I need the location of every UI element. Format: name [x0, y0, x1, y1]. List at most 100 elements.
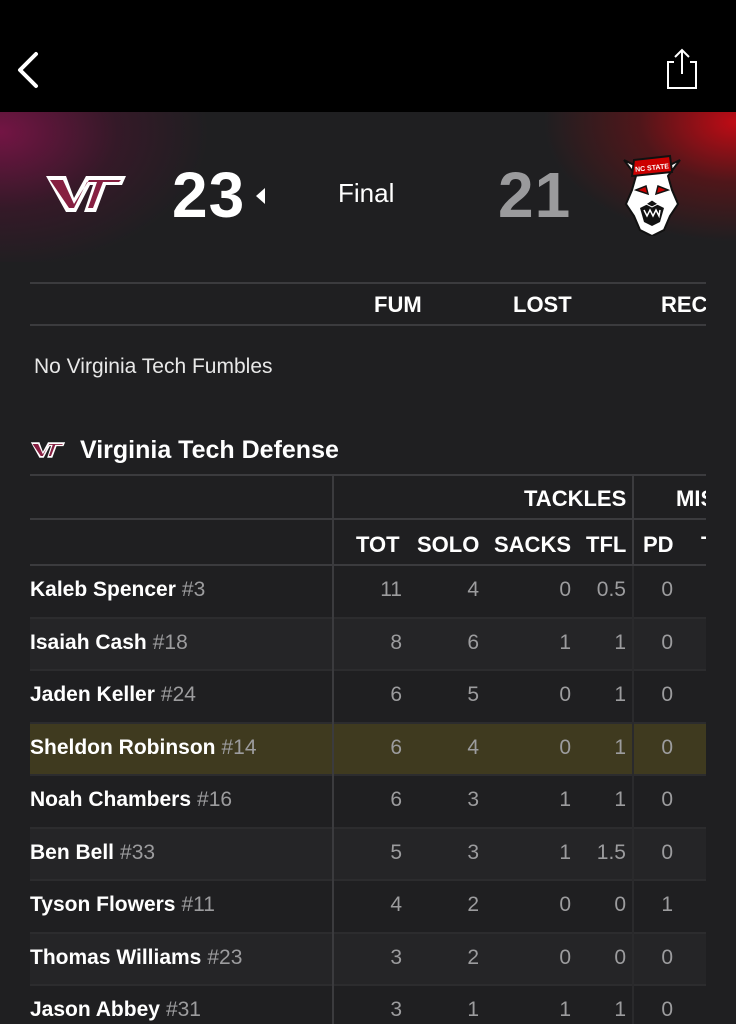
player-number: #16	[197, 788, 233, 811]
table-top-rule	[30, 474, 706, 476]
player-number: #33	[120, 840, 156, 864]
stat-sacks: 1	[559, 998, 571, 1021]
stat-tot: 6	[390, 683, 402, 706]
player-cell[interactable]: Sheldon Robinson #14	[30, 736, 257, 760]
player-number: #24	[160, 683, 196, 706]
stat-sacks: 1	[559, 788, 571, 811]
table-row[interactable]: Isaiah Cash #18 8 6 1 1 0	[30, 618, 706, 671]
player-number: #11	[181, 893, 215, 916]
stat-sacks: 0	[559, 945, 571, 969]
player-cell[interactable]: Jaden Keller #24	[30, 683, 196, 707]
col-header-tfl[interactable]: TFL	[586, 532, 626, 558]
player-number: #14	[221, 735, 257, 759]
virginia-tech-mini-logo: VT	[30, 442, 66, 458]
player-name[interactable]: Thomas Williams	[30, 946, 201, 969]
defense-title: Virginia Tech Defense	[80, 435, 339, 464]
stat-sacks: 0	[559, 683, 571, 706]
group-divider-header	[632, 474, 634, 566]
table-row[interactable]: Sheldon Robinson #14 6 4 0 1 0	[30, 723, 706, 776]
stat-tot: 6	[390, 788, 402, 811]
winner-indicator-icon	[256, 188, 265, 204]
share-icon	[667, 48, 697, 89]
stat-solo: 3	[467, 840, 479, 864]
stat-pd: 0	[661, 840, 673, 864]
stat-solo: 4	[467, 735, 479, 759]
table-row[interactable]: Noah Chambers #16 6 3 1 1 0	[30, 776, 706, 829]
stat-sacks: 1	[559, 630, 571, 654]
defense-stats-table[interactable]: TACKLES MIS TOT SOLO SACKS TFL PD T Kale…	[30, 474, 706, 1024]
table-row[interactable]: Thomas Williams #23 3 2 0 0 0	[30, 933, 706, 986]
stat-tfl: 0	[614, 945, 626, 969]
player-cell[interactable]: Jason Abbey #31	[30, 998, 201, 1022]
stat-tot: 6	[390, 735, 402, 759]
stat-pd: 0	[661, 683, 673, 706]
no-fumbles-message: No Virginia Tech Fumbles	[34, 355, 273, 378]
stat-tot: 3	[390, 945, 402, 969]
chevron-left-icon	[18, 52, 38, 88]
player-cell[interactable]: Tyson Flowers #11	[30, 893, 215, 917]
player-name[interactable]: Jaden Keller	[30, 683, 155, 706]
col-header-solo[interactable]: SOLO	[417, 532, 479, 558]
stat-tfl: 1	[614, 788, 626, 811]
name-column-divider	[332, 474, 334, 1024]
fumbles-header-rule	[30, 324, 706, 326]
virginia-tech-logo[interactable]: VT	[44, 172, 128, 216]
table-row[interactable]: Tyson Flowers #11 4 2 0 0 1	[30, 881, 706, 934]
table-row[interactable]: Jaden Keller #24 6 5 0 1 0	[30, 671, 706, 724]
col-header-sacks[interactable]: SACKS	[494, 532, 571, 558]
stat-pd: 0	[661, 735, 673, 759]
stat-pd: 0	[661, 945, 673, 969]
share-button[interactable]	[660, 44, 704, 94]
defense-section-title: VT Virginia Tech Defense	[30, 434, 339, 466]
player-number: #18	[152, 630, 188, 654]
col-header-pd[interactable]: PD	[643, 532, 674, 558]
stat-sacks: 0	[559, 893, 571, 916]
player-name[interactable]: Kaleb Spencer	[30, 578, 176, 601]
stat-solo: 2	[467, 893, 479, 916]
player-number: #23	[207, 945, 243, 969]
stat-pd: 0	[661, 788, 673, 811]
group-divider-body	[632, 566, 634, 1024]
col-header-lost: LOST	[513, 292, 572, 317]
table-row[interactable]: Kaleb Spencer #3 11 4 0 0.5 0	[30, 566, 706, 619]
player-name[interactable]: Tyson Flowers	[30, 893, 175, 916]
col-header-t[interactable]: T	[701, 532, 706, 558]
table-row[interactable]: Ben Bell #33 5 3 1 1.5 0	[30, 828, 706, 881]
player-cell[interactable]: Isaiah Cash #18	[30, 631, 188, 655]
stat-solo: 4	[467, 578, 479, 601]
player-cell[interactable]: Noah Chambers #16	[30, 788, 232, 812]
player-name[interactable]: Jason Abbey	[30, 998, 160, 1021]
stat-solo: 3	[467, 788, 479, 811]
stat-tot: 4	[390, 893, 402, 916]
table-row[interactable]: Jason Abbey #31 3 1 1 1 0	[30, 986, 706, 1024]
stat-pd: 0	[661, 630, 673, 654]
player-cell[interactable]: Thomas Williams #23	[30, 946, 242, 970]
col-header-fum: FUM	[374, 292, 422, 317]
group-header-rule	[30, 518, 706, 520]
group-header-misc: MIS	[676, 486, 706, 511]
stat-tfl: 0	[614, 893, 626, 916]
stat-pd: 0	[661, 578, 673, 601]
vt-logo-text: VT	[44, 172, 46, 173]
stat-sacks: 0	[559, 735, 571, 759]
stat-tfl: 1	[614, 735, 626, 759]
stat-pd: 0	[661, 998, 673, 1021]
player-number: #31	[165, 998, 201, 1021]
player-number: #3	[181, 578, 206, 601]
player-name[interactable]: Ben Bell	[30, 841, 114, 864]
col-header-tot[interactable]: TOT	[356, 532, 400, 558]
player-name[interactable]: Sheldon Robinson	[30, 736, 215, 759]
back-button[interactable]	[10, 48, 50, 92]
nc-state-wolf-logo[interactable]: NC STATE	[618, 150, 686, 236]
stat-tot: 8	[390, 630, 402, 654]
player-name[interactable]: Noah Chambers	[30, 788, 191, 811]
player-cell[interactable]: Kaleb Spencer #3	[30, 578, 205, 602]
top-nav-bar	[0, 0, 736, 112]
player-cell[interactable]: Ben Bell #33	[30, 841, 155, 865]
game-status: Final	[338, 178, 395, 208]
away-score: 21	[498, 159, 572, 231]
fumbles-top-rule	[30, 282, 706, 284]
player-name[interactable]: Isaiah Cash	[30, 631, 147, 654]
stat-sacks: 0	[559, 578, 571, 601]
col-header-rec: REC	[661, 292, 706, 317]
